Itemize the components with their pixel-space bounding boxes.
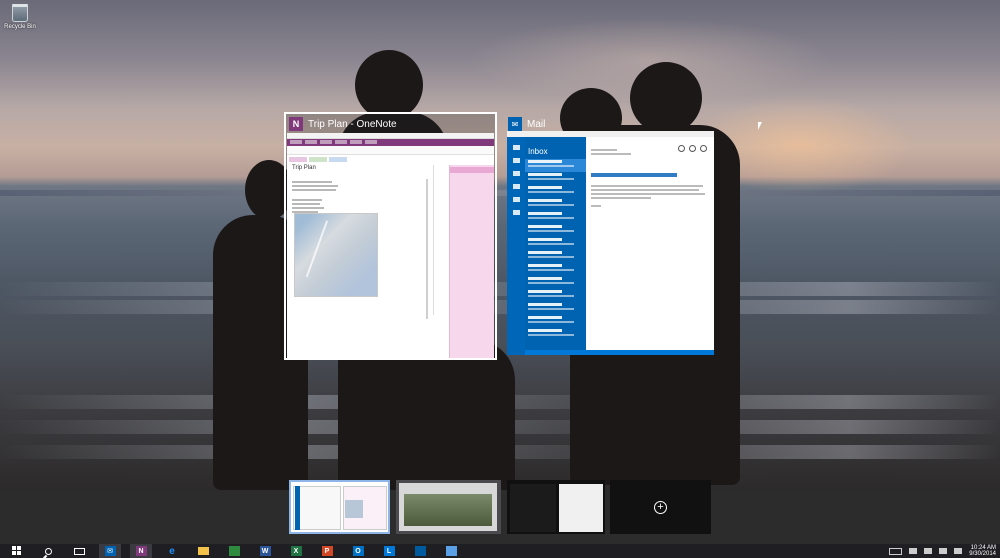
system-tray: 10:24 AM 9/30/2014 <box>889 544 996 558</box>
taskbar-mail[interactable]: ✉ <box>99 544 121 558</box>
start-button[interactable] <box>6 544 28 558</box>
taskbar-lync[interactable]: L <box>378 544 400 558</box>
clock[interactable]: 10:24 AM 9/30/2014 <box>969 545 996 557</box>
mail-reading-pane <box>591 145 709 209</box>
start-icon <box>12 546 22 556</box>
powerpoint-icon: P <box>321 546 333 556</box>
recycle-bin-label: Recycle Bin <box>4 24 36 30</box>
taskbar-powerpoint[interactable]: P <box>316 544 338 558</box>
wave <box>0 282 1000 296</box>
taskbar-word[interactable]: W <box>254 544 276 558</box>
virtual-desktop-2[interactable] <box>396 480 501 534</box>
taskbar-app[interactable] <box>409 544 431 558</box>
taskbar-onenote[interactable]: N <box>130 544 152 558</box>
mail-preview: Inbox <box>507 131 714 355</box>
window-title-bar: N Trip Plan - OneNote <box>286 114 495 134</box>
mail-message-list: Inbox <box>525 137 586 355</box>
taskbar-photos[interactable] <box>440 544 462 558</box>
internet-explorer-icon: e <box>169 545 175 557</box>
window-title: Trip Plan - OneNote <box>308 118 397 130</box>
clock-date: 9/30/2014 <box>969 551 996 557</box>
flag-icon[interactable] <box>924 548 933 554</box>
taskbar-internet-explorer[interactable]: e <box>161 544 183 558</box>
recycle-bin-shortcut[interactable]: Recycle Bin <box>2 4 38 30</box>
task-view-button[interactable] <box>68 544 90 558</box>
search-button[interactable] <box>37 544 59 558</box>
window-thumbnail-onenote[interactable]: N Trip Plan - OneNote Trip Plan <box>284 112 497 360</box>
virtual-desktop-1[interactable] <box>289 480 390 534</box>
outlook-icon: O <box>352 546 364 556</box>
map-image <box>294 213 378 297</box>
person-silhouette <box>410 340 515 490</box>
mouse-cursor <box>758 122 762 130</box>
word-icon: W <box>259 546 271 556</box>
network-icon[interactable] <box>939 548 948 554</box>
onenote-icon: N <box>289 117 303 131</box>
task-view-icon <box>73 547 85 555</box>
window-title: Mail <box>527 118 546 130</box>
wave <box>0 300 1000 314</box>
onenote-page-title: Trip Plan <box>292 165 316 171</box>
mail-icon: ✉ <box>508 117 522 131</box>
plus-icon: + <box>654 500 667 514</box>
notification-icon[interactable] <box>909 548 918 554</box>
onenote-page-list <box>449 165 494 358</box>
recycle-bin-icon <box>12 4 28 22</box>
app-icon <box>414 546 426 556</box>
volume-icon[interactable] <box>954 548 963 554</box>
lync-icon: L <box>383 546 395 556</box>
virtual-desktop-3[interactable] <box>507 480 605 534</box>
taskbar-outlook[interactable]: O <box>347 544 369 558</box>
photos-icon <box>445 546 457 556</box>
search-icon <box>44 547 52 555</box>
inbox-label: Inbox <box>528 147 548 156</box>
mail-icon: ✉ <box>104 546 116 556</box>
window-thumbnail-mail[interactable]: ✉ Mail Inbox <box>505 114 714 356</box>
file-explorer-icon <box>197 547 209 555</box>
keyboard-icon[interactable] <box>889 547 903 555</box>
taskbar-store[interactable] <box>223 544 245 558</box>
excel-icon: X <box>290 546 302 556</box>
taskbar: ✉ N e W X P O L <box>0 544 1000 558</box>
taskbar-excel[interactable]: X <box>285 544 307 558</box>
onenote-icon: N <box>135 546 147 556</box>
horizon <box>0 190 1000 196</box>
taskbar-file-explorer[interactable] <box>192 544 214 558</box>
store-icon <box>228 546 240 556</box>
onenote-preview: Trip Plan <box>287 133 494 358</box>
add-desktop-button[interactable]: + <box>610 480 711 534</box>
person-silhouette <box>355 50 423 120</box>
